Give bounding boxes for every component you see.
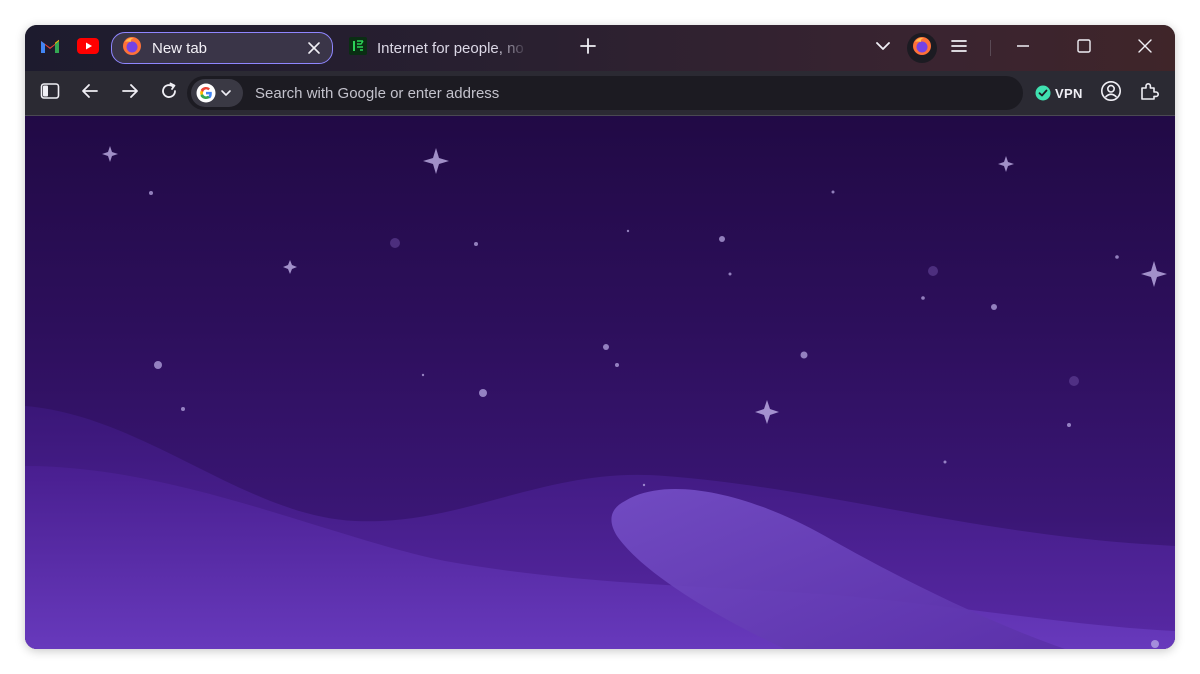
browser-window: New tab Internet for people, no Search w… bbox=[25, 25, 1175, 649]
reload-button[interactable] bbox=[156, 80, 182, 106]
app-menu-button[interactable] bbox=[947, 36, 971, 60]
reload-icon bbox=[159, 81, 179, 106]
gmail-icon bbox=[40, 38, 60, 59]
firefox-account-button[interactable] bbox=[907, 33, 937, 63]
new-tab-button[interactable] bbox=[576, 36, 600, 60]
sidebar-toggle-icon bbox=[40, 82, 60, 105]
close-window-button[interactable] bbox=[1133, 36, 1157, 60]
search-engine-selector[interactable] bbox=[191, 79, 243, 107]
minimize-icon bbox=[1015, 38, 1031, 59]
wallpaper-illustration bbox=[25, 146, 1175, 649]
navigation-toolbar: VPN bbox=[25, 71, 1175, 116]
extensions-button[interactable] bbox=[1136, 80, 1162, 106]
account-icon bbox=[1100, 80, 1122, 107]
maximize-icon bbox=[1076, 38, 1092, 59]
new-tab-page bbox=[25, 116, 1175, 649]
chevron-down-icon bbox=[874, 37, 892, 60]
tab-mozilla[interactable]: Internet for people, no bbox=[343, 32, 533, 64]
hamburger-menu-icon bbox=[950, 37, 968, 60]
url-input[interactable] bbox=[253, 83, 957, 103]
divider bbox=[990, 40, 991, 56]
sidebar-toggle-button[interactable] bbox=[37, 80, 63, 106]
plus-icon bbox=[579, 37, 597, 60]
forward-arrow-icon bbox=[120, 81, 140, 106]
maximize-button[interactable] bbox=[1072, 36, 1096, 60]
chevron-down-icon bbox=[220, 87, 232, 99]
vpn-label: VPN bbox=[1055, 85, 1083, 101]
close-icon bbox=[1137, 38, 1153, 59]
back-button[interactable] bbox=[77, 80, 103, 106]
tab-strip: New tab Internet for people, no bbox=[25, 25, 1175, 71]
firefox-account-icon bbox=[912, 36, 932, 61]
youtube-icon bbox=[77, 37, 99, 59]
pinned-tab-gmail[interactable] bbox=[38, 36, 62, 60]
extensions-icon bbox=[1138, 80, 1160, 107]
back-arrow-icon bbox=[80, 81, 100, 106]
firefox-icon bbox=[122, 36, 142, 61]
account-button[interactable] bbox=[1098, 80, 1124, 106]
vpn-button[interactable]: VPN bbox=[1035, 83, 1083, 103]
forward-button[interactable] bbox=[117, 80, 143, 106]
google-icon bbox=[196, 83, 216, 103]
mozilla-icon bbox=[349, 36, 367, 60]
list-all-tabs-button[interactable] bbox=[871, 36, 895, 60]
close-tab-icon[interactable] bbox=[306, 40, 322, 56]
address-bar bbox=[187, 76, 1023, 110]
tab-title: New tab bbox=[152, 39, 208, 57]
tab-new-tab[interactable]: New tab bbox=[111, 32, 333, 64]
tab-title: Internet for people, no bbox=[377, 39, 524, 57]
vpn-status-check-icon bbox=[1035, 85, 1051, 101]
minimize-button[interactable] bbox=[1011, 36, 1035, 60]
pinned-tab-youtube[interactable] bbox=[76, 36, 100, 60]
